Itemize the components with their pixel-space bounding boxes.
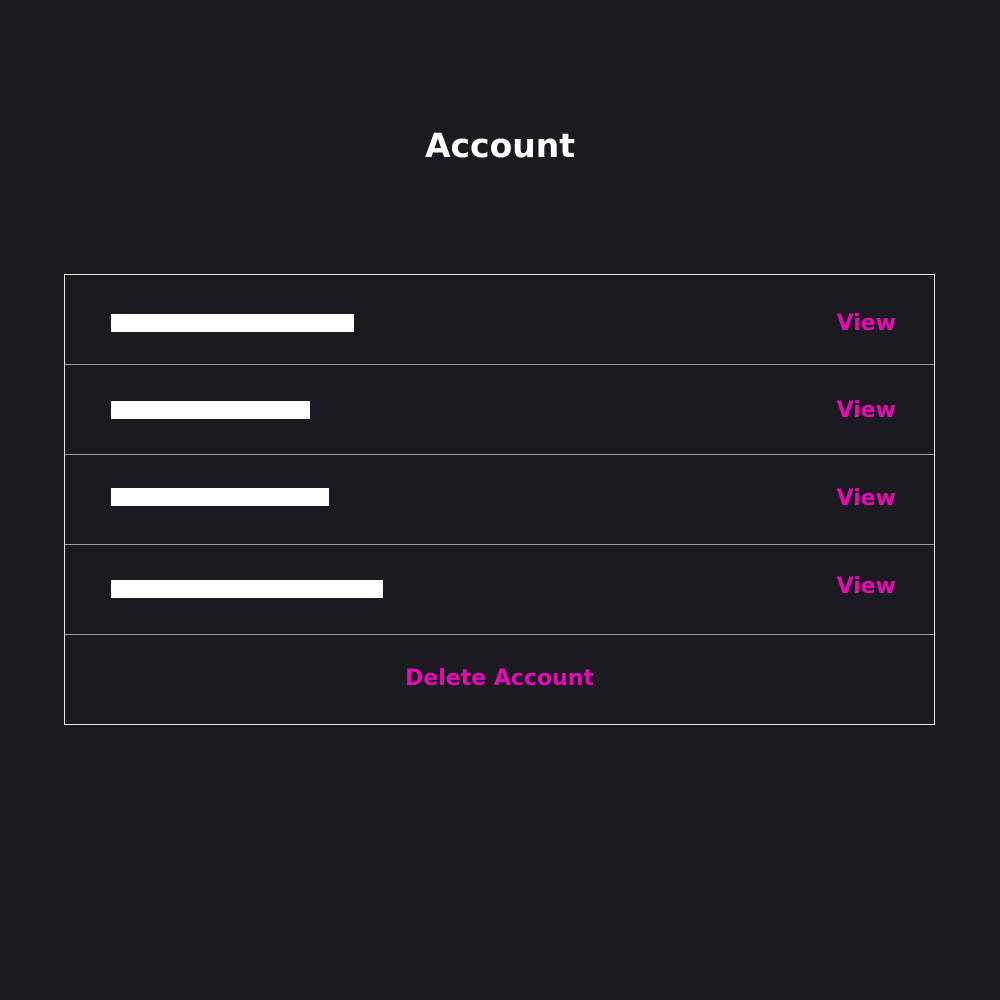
view-link[interactable]: View	[837, 310, 896, 338]
row-label-placeholder	[111, 580, 383, 598]
row-label-placeholder	[111, 488, 329, 506]
account-row: View	[65, 545, 934, 635]
account-row: View	[65, 275, 934, 365]
page-title: Account	[424, 126, 576, 165]
view-link[interactable]: View	[837, 485, 896, 513]
view-link[interactable]: View	[837, 397, 896, 425]
delete-account-button[interactable]: Delete Account	[65, 665, 934, 693]
view-link[interactable]: View	[837, 573, 896, 601]
row-label-placeholder	[111, 401, 310, 419]
row-label-placeholder	[111, 314, 354, 332]
account-row: View	[65, 455, 934, 545]
delete-account-row: Delete Account	[65, 635, 934, 723]
account-options-list: View View View View Delete Account	[64, 274, 935, 725]
account-row: View	[65, 365, 934, 455]
